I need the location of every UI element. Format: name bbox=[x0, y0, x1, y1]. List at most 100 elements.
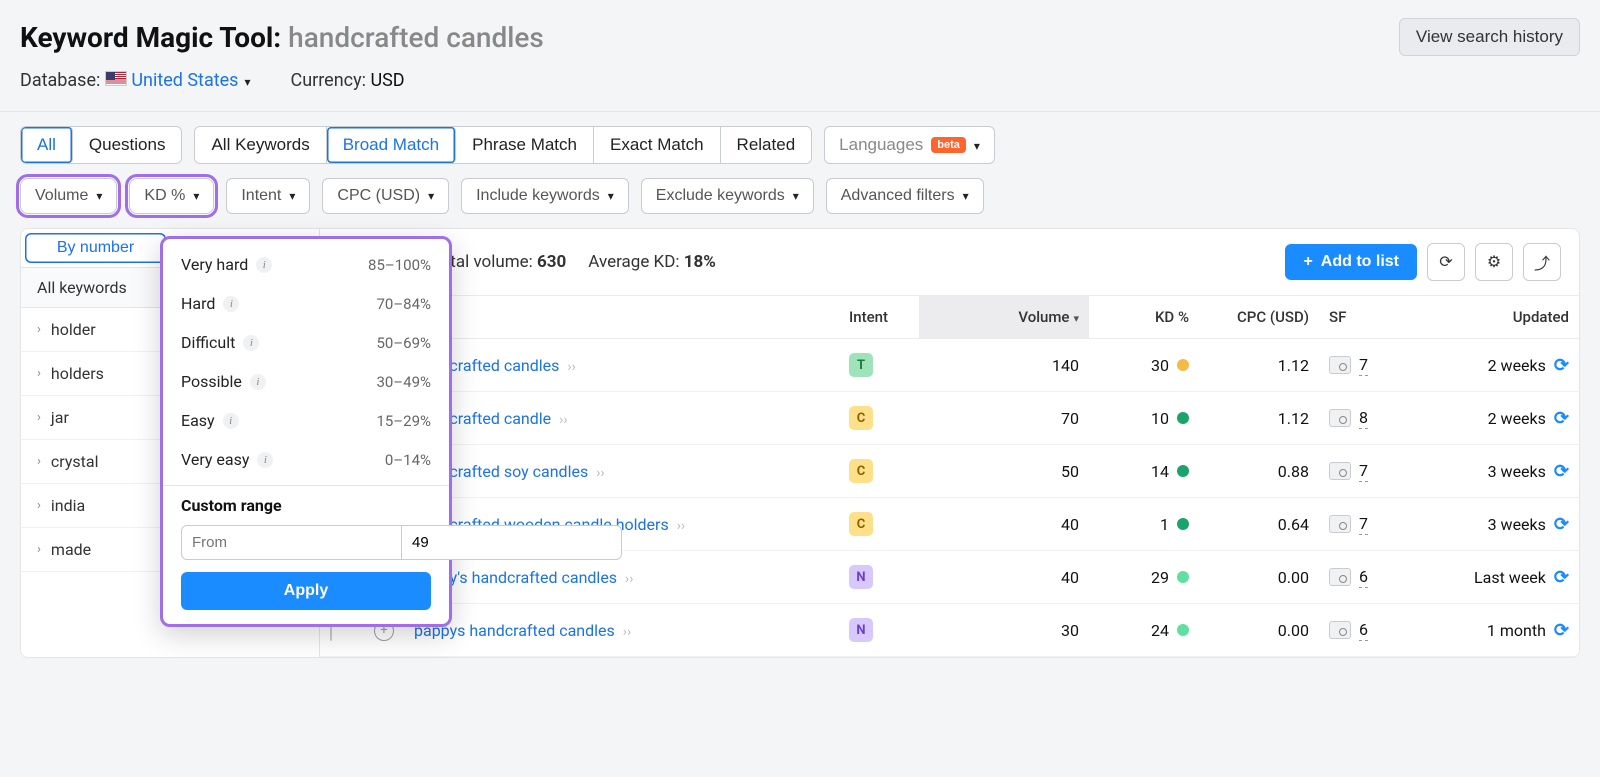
chevron-down-icon bbox=[974, 135, 980, 155]
add-to-list-button[interactable]: + Add to list bbox=[1285, 244, 1417, 280]
intent-badge: C bbox=[849, 512, 873, 536]
custom-range-label: Custom range bbox=[163, 496, 449, 525]
kd-level-option[interactable]: Hardi70–84% bbox=[163, 284, 449, 323]
exclude-keywords-filter[interactable]: Exclude keywords bbox=[641, 178, 814, 214]
kd-difficulty-dot bbox=[1177, 518, 1189, 530]
refresh-button[interactable]: ⟳ bbox=[1427, 243, 1465, 281]
currency-display: Currency: USD bbox=[291, 70, 405, 91]
updated-value: 2 weeks bbox=[1488, 409, 1546, 428]
table-row: + handcrafted soy candles ›› C 50 14 0.8… bbox=[320, 445, 1579, 498]
cpc-value: 0.00 bbox=[1199, 551, 1319, 604]
volume-filter[interactable]: Volume bbox=[20, 178, 117, 214]
refresh-icon: ⟳ bbox=[1439, 252, 1452, 272]
info-icon: i bbox=[256, 257, 272, 273]
chevron-right-icon: › bbox=[37, 454, 41, 469]
sf-value: 7 bbox=[1359, 355, 1368, 376]
col-sf[interactable]: SF bbox=[1319, 296, 1419, 339]
kd-level-option[interactable]: Very easyi0–14% bbox=[163, 440, 449, 479]
refresh-row-icon[interactable]: ⟳ bbox=[1554, 355, 1569, 376]
page-title: Keyword Magic Tool: handcrafted candles bbox=[20, 21, 544, 54]
upload-icon: ⤴ bbox=[1534, 250, 1550, 274]
chevron-right-icon: › bbox=[37, 410, 41, 425]
kd-to-input[interactable] bbox=[401, 525, 622, 560]
cpc-value: 1.12 bbox=[1199, 339, 1319, 392]
sidebar-tab-by-number[interactable]: By number bbox=[25, 233, 166, 263]
database-selector[interactable]: Database: United States bbox=[20, 70, 251, 91]
tab-all-keywords[interactable]: All Keywords bbox=[195, 127, 326, 163]
serp-preview-icon[interactable] bbox=[1329, 462, 1351, 480]
keywords-table: word Intent Volume▾ KD % CPC (USD) SF Up… bbox=[320, 296, 1579, 657]
kd-level-option[interactable]: Very hardi85–100% bbox=[163, 245, 449, 284]
updated-value: 1 month bbox=[1487, 621, 1546, 640]
advanced-filters[interactable]: Advanced filters bbox=[826, 178, 984, 214]
chevron-down-icon bbox=[193, 187, 199, 205]
col-intent[interactable]: Intent bbox=[839, 296, 919, 339]
kd-difficulty-dot bbox=[1177, 359, 1189, 371]
view-history-button[interactable]: View search history bbox=[1399, 18, 1580, 56]
intent-filter[interactable]: Intent bbox=[226, 178, 310, 214]
tab-questions[interactable]: Questions bbox=[73, 127, 182, 163]
cpc-filter[interactable]: CPC (USD) bbox=[322, 178, 449, 214]
updated-value: 2 weeks bbox=[1488, 356, 1546, 375]
kd-level-option[interactable]: Easyi15–29% bbox=[163, 401, 449, 440]
tab-related[interactable]: Related bbox=[721, 127, 812, 163]
database-value: United States bbox=[131, 70, 238, 91]
chevron-down-icon bbox=[289, 187, 295, 205]
database-label: Database: bbox=[20, 70, 100, 91]
info-icon: i bbox=[243, 335, 259, 351]
apply-button[interactable]: Apply bbox=[181, 572, 431, 610]
col-keyword[interactable]: word bbox=[404, 296, 839, 339]
sidebar-item-label: crystal bbox=[51, 452, 99, 471]
serp-preview-icon[interactable] bbox=[1329, 515, 1351, 533]
refresh-row-icon[interactable]: ⟳ bbox=[1554, 567, 1569, 588]
tab-exact-match[interactable]: Exact Match bbox=[594, 127, 721, 163]
kd-difficulty-dot bbox=[1177, 624, 1189, 636]
volume-value: 50 bbox=[919, 445, 1089, 498]
tab-broad-match[interactable]: Broad Match bbox=[327, 127, 456, 163]
kd-value: 1 bbox=[1160, 515, 1169, 534]
serp-preview-icon[interactable] bbox=[1329, 568, 1351, 586]
updated-value: 3 weeks bbox=[1488, 515, 1546, 534]
serp-preview-icon[interactable] bbox=[1329, 409, 1351, 427]
chevron-down-icon bbox=[428, 187, 434, 205]
refresh-row-icon[interactable]: ⟳ bbox=[1554, 514, 1569, 535]
sidebar-item-label: holder bbox=[51, 320, 96, 339]
chevrons-right-icon: ›› bbox=[596, 465, 604, 481]
kd-from-input[interactable] bbox=[181, 525, 401, 560]
languages-dropdown[interactable]: Languages beta bbox=[824, 126, 995, 164]
chevrons-right-icon: ›› bbox=[677, 518, 685, 534]
volume-value: 140 bbox=[919, 339, 1089, 392]
intent-badge: N bbox=[849, 565, 873, 589]
col-kd[interactable]: KD % bbox=[1089, 296, 1199, 339]
kd-filter[interactable]: KD % bbox=[129, 178, 214, 214]
kd-difficulty-dot bbox=[1177, 571, 1189, 583]
serp-preview-icon[interactable] bbox=[1329, 356, 1351, 374]
refresh-row-icon[interactable]: ⟳ bbox=[1554, 408, 1569, 429]
kd-difficulty-dot bbox=[1177, 465, 1189, 477]
serp-preview-icon[interactable] bbox=[1329, 621, 1351, 639]
tab-phrase-match[interactable]: Phrase Match bbox=[456, 127, 594, 163]
sf-value: 7 bbox=[1359, 461, 1368, 482]
include-keywords-filter[interactable]: Include keywords bbox=[461, 178, 629, 214]
total-volume: 630 bbox=[537, 252, 566, 272]
col-updated[interactable]: Updated bbox=[1419, 296, 1579, 339]
settings-button[interactable]: ⚙ bbox=[1475, 243, 1513, 281]
average-kd: 18% bbox=[684, 252, 716, 272]
sidebar-item-label: jar bbox=[51, 408, 69, 427]
volume-value: 70 bbox=[919, 392, 1089, 445]
tab-all[interactable]: All bbox=[21, 127, 73, 163]
col-cpc[interactable]: CPC (USD) bbox=[1199, 296, 1319, 339]
kd-level-option[interactable]: Difficulti50–69% bbox=[163, 323, 449, 362]
refresh-row-icon[interactable]: ⟳ bbox=[1554, 461, 1569, 482]
match-type-toggle: All Keywords Broad Match Phrase Match Ex… bbox=[194, 126, 812, 164]
refresh-row-icon[interactable]: ⟳ bbox=[1554, 620, 1569, 641]
kd-value: 29 bbox=[1151, 568, 1169, 587]
plus-icon: + bbox=[1303, 253, 1312, 271]
kd-level-option[interactable]: Possiblei30–49% bbox=[163, 362, 449, 401]
kd-value: 24 bbox=[1151, 621, 1169, 640]
chevrons-right-icon: ›› bbox=[625, 571, 633, 587]
col-volume[interactable]: Volume▾ bbox=[919, 296, 1089, 339]
export-button[interactable]: ⤴ bbox=[1523, 243, 1561, 281]
cpc-value: 1.12 bbox=[1199, 392, 1319, 445]
table-row: + pappys handcrafted candles ›› N 30 24 … bbox=[320, 604, 1579, 657]
